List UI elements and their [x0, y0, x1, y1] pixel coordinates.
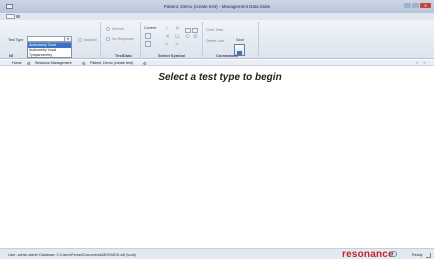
- resonance-logo: resonance: [342, 249, 394, 259]
- square-symbol-icon[interactable]: [185, 28, 191, 33]
- close-button[interactable]: ✕: [420, 3, 431, 8]
- gear-icon[interactable]: ⚙: [27, 61, 32, 66]
- no-response-radio[interactable]: [106, 37, 110, 41]
- group-divider: [258, 22, 259, 57]
- select-test-type-message: Select a test type to begin: [158, 72, 282, 83]
- gear-icon[interactable]: ⚙: [143, 61, 148, 66]
- ribbon: Test Type ▼ Audiometry Tonal Audiometry …: [0, 20, 434, 59]
- masked-radio[interactable]: [78, 38, 82, 42]
- pin-icon[interactable]: ▾: [416, 61, 418, 66]
- left-bracket-symbol-icon[interactable]: <: [165, 42, 169, 48]
- circle-symbol-icon[interactable]: ⊙: [185, 34, 190, 40]
- x-symbol-icon[interactable]: ✕: [175, 26, 180, 32]
- minimize-button[interactable]: [404, 3, 411, 8]
- customize-toolbar-icon[interactable]: [16, 15, 20, 18]
- test-type-label: Test Type: [8, 38, 24, 42]
- group-divider: [100, 22, 101, 57]
- square-symbol-icon[interactable]: [145, 41, 151, 47]
- square-symbol-icon[interactable]: [192, 28, 198, 33]
- gear-icon[interactable]: ⚙: [82, 61, 87, 66]
- resonance-logo-icon: [390, 251, 397, 257]
- title-bar: Patient, Demo (create test) - Management…: [0, 0, 434, 13]
- square-symbol-icon[interactable]: [145, 33, 151, 39]
- close-icon[interactable]: ✕: [423, 61, 426, 66]
- normal-label: Normal: [112, 27, 124, 31]
- group-divider: [140, 22, 141, 57]
- no-response-label: No Response: [112, 37, 134, 41]
- bracket-symbol-icon[interactable]: ⊔: [175, 34, 180, 40]
- maximize-button[interactable]: [412, 3, 419, 8]
- document-tab-bar: Home ⚙ Sessions Management ⚙ Patient, De…: [0, 60, 434, 66]
- current-label: Current: [144, 26, 156, 30]
- test-type-dropdown-list: Audiometry Tonal Audiometry Vocal Tympan…: [27, 42, 72, 58]
- app-logo-icon: [6, 4, 13, 9]
- status-bar: User: admin admin Database: C:\Users\Fer…: [0, 248, 434, 259]
- resize-grip-icon[interactable]: [426, 253, 431, 258]
- commands-group-label: Commands: [216, 53, 238, 58]
- app-menu-button[interactable]: [6, 14, 15, 19]
- testdata-group-label: TestData: [115, 53, 132, 58]
- circle-symbol-icon[interactable]: ○: [165, 26, 169, 32]
- ni-label: NI: [9, 53, 13, 58]
- target-symbol-icon[interactable]: ⊛: [193, 34, 198, 40]
- window-title: Patient, Demo (create test) - Management…: [163, 4, 271, 9]
- normal-radio[interactable]: [106, 27, 110, 31]
- select-symbol-group-label: Select Symbol: [158, 53, 186, 58]
- status-text: User: admin admin Database: C:\Users\Fer…: [8, 253, 136, 257]
- right-bracket-symbol-icon[interactable]: >: [175, 42, 179, 48]
- masked-label: Masked: [84, 38, 97, 42]
- ready-status: Ready: [412, 253, 423, 257]
- quick-access-toolbar: [0, 13, 434, 20]
- group-divider: [202, 22, 203, 57]
- clear-data-button[interactable]: Clear Data: [206, 28, 223, 32]
- tab-patient-demo[interactable]: Patient, Demo (create test): [90, 61, 133, 66]
- tab-home[interactable]: Home: [12, 61, 22, 66]
- delete-last-button[interactable]: Delete Last: [206, 39, 224, 43]
- x-symbol-icon[interactable]: ✕: [165, 34, 170, 40]
- dropdown-option[interactable]: Tympanometry: [28, 53, 71, 58]
- save-button-label[interactable]: Save: [236, 38, 244, 42]
- tab-sessions-management[interactable]: Sessions Management: [35, 61, 72, 66]
